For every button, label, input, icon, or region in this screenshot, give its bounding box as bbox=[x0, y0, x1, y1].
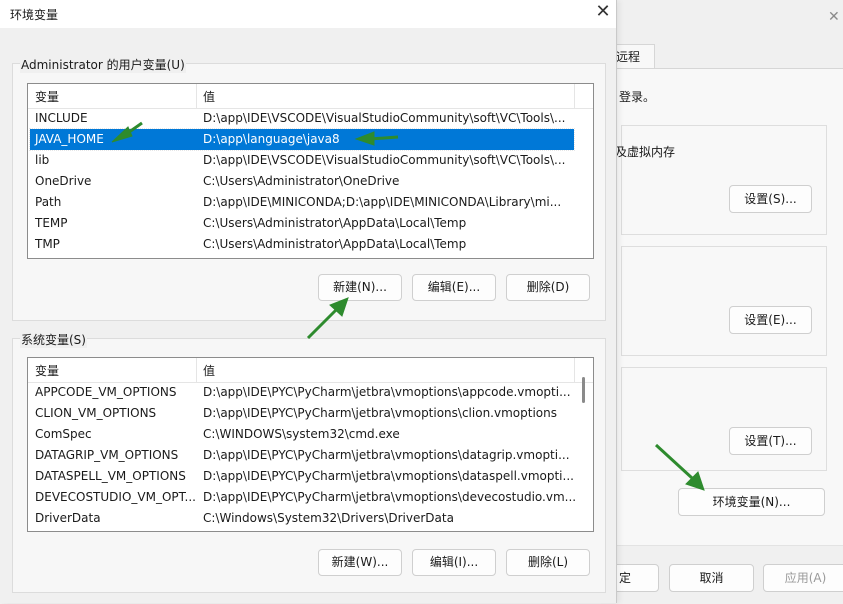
annotation-arrows bbox=[111, 121, 705, 491]
arrow-icon bbox=[111, 121, 143, 143]
arrow-icon bbox=[654, 443, 705, 491]
arrow-icon bbox=[354, 131, 399, 146]
arrow-icon bbox=[306, 297, 349, 340]
